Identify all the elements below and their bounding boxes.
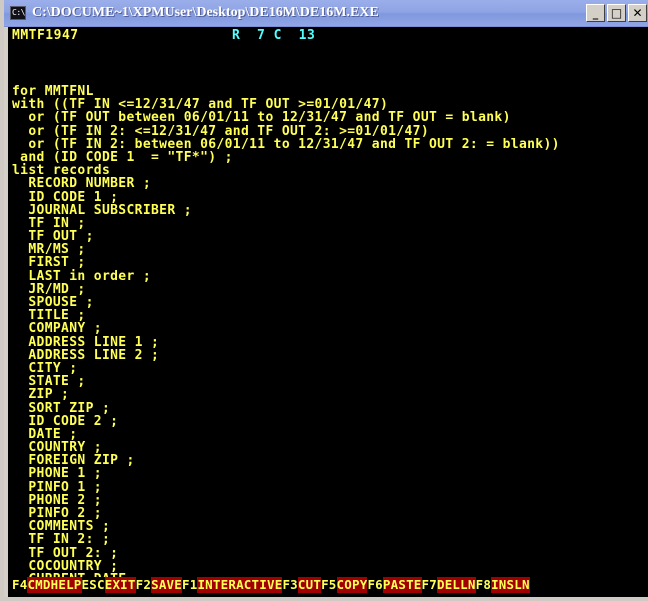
close-button[interactable]: ✕ [628, 4, 647, 22]
fkey-key-label: F3 [282, 577, 298, 593]
program-text-area[interactable]: for MMTFNL with ((TF IN <=12/31/47 and TF… [12, 85, 644, 586]
code-line: RECORD NUMBER ; [12, 176, 152, 192]
code-line: or (TF OUT between 06/01/11 to 12/31/47 … [12, 110, 511, 126]
minimize-button[interactable]: _ [586, 4, 605, 22]
fkey-key-label: F7 [421, 577, 437, 593]
code-line: MR/MS ; [12, 242, 86, 258]
code-line: or (TF IN 2: between 06/01/11 to 12/31/4… [12, 136, 560, 152]
minimize-icon: _ [592, 7, 599, 20]
fkey-action-label: DELLN [436, 577, 476, 593]
fkey-action-label: EXIT [104, 577, 136, 593]
title-bar[interactable]: C:\DOCUME~1\XPMUser\Desktop\DE16M\DE16M.… [4, 0, 648, 27]
code-line: TF IN ; [12, 215, 86, 231]
fkey-key-label: F1 [182, 577, 198, 593]
close-icon: ✕ [632, 6, 643, 20]
code-line: ADDRESS LINE 2 ; [12, 347, 160, 363]
fkey-action-label: CUT [297, 577, 322, 593]
fkey-f2[interactable]: F2SAVE [135, 577, 182, 593]
code-line: ADDRESS LINE 1 ; [12, 334, 160, 350]
fkey-key-label: F6 [367, 577, 383, 593]
maximize-icon: □ [610, 6, 623, 20]
editor-status-line: MMTF1947 R 7 C 13 [8, 28, 648, 44]
fkey-f7[interactable]: F7DELLN [421, 577, 476, 593]
console-screen[interactable]: MMTF1947 R 7 C 13 for MMTFNL with ((TF IN… [8, 27, 648, 597]
maximize-button[interactable]: □ [607, 4, 626, 22]
code-line: ID CODE 1 ; [12, 189, 119, 205]
code-line: PHONE 2 ; [12, 492, 102, 508]
code-line: FIRST ; [12, 255, 86, 271]
code-line: SORT ZIP ; [12, 400, 111, 416]
fkey-key-label: F8 [475, 577, 492, 593]
fkey-f5[interactable]: F5COPY [321, 577, 368, 593]
fkey-action-label: SAVE [151, 577, 182, 593]
fkey-key-label: ESC [81, 577, 105, 593]
code-line: COMPANY ; [12, 321, 102, 337]
code-line: FOREIGN ZIP ; [12, 453, 135, 469]
fkey-action-label: COPY [336, 577, 368, 593]
code-line: ZIP ; [12, 387, 70, 403]
function-key-bar: F4CMDHELP ESCEXIT F2SAVE F1INTERACTIVE F… [12, 577, 648, 593]
window-controls: _ □ ✕ [584, 4, 647, 22]
code-line: PINFO 1 ; [12, 479, 102, 495]
fkey-esc[interactable]: ESCEXIT [81, 577, 136, 593]
code-line: STATE ; [12, 374, 86, 390]
fkey-key-label: F2 [135, 577, 152, 593]
fkey-f8[interactable]: F8INSLN [475, 577, 530, 593]
code-line: ID CODE 2 ; [12, 413, 119, 429]
application-window: C:\DOCUME~1\XPMUser\Desktop\DE16M\DE16M.… [0, 0, 648, 601]
code-line: or (TF IN 2: <=12/31/47 and TF OUT 2: >=… [12, 123, 430, 139]
window-title: C:\DOCUME~1\XPMUser\Desktop\DE16M\DE16M.… [32, 5, 379, 20]
status-file-label: MMTF1947 [12, 28, 79, 43]
code-line: SPOUSE ; [12, 295, 94, 310]
fkey-action-label: INSLN [491, 577, 530, 593]
fkey-f6[interactable]: F6PASTE [367, 577, 422, 593]
fkey-action-label: CMDHELP [27, 577, 82, 593]
status-row-col: R 7 C 13 [232, 28, 316, 43]
fkey-f4[interactable]: F4CMDHELP [12, 577, 82, 593]
fkey-key-label: F4 [12, 577, 28, 593]
code-line: TF OUT ; [12, 229, 94, 245]
fkey-f3[interactable]: F3CUT [282, 577, 322, 593]
code-line: TF IN 2: ; [12, 532, 111, 548]
code-line: JOURNAL SUBSCRIBER ; [12, 202, 192, 218]
code-line: JR/MD ; [12, 281, 86, 297]
code-line: LAST in order ; [12, 268, 152, 284]
fkey-action-label: INTERACTIVE [197, 577, 283, 593]
code-line: TITLE ; [12, 308, 86, 324]
code-line: COCOUNTRY ; [12, 558, 119, 574]
fkey-action-label: PASTE [382, 577, 422, 593]
fkey-f1[interactable]: F1INTERACTIVE [182, 577, 283, 593]
console-cmd-icon [10, 6, 26, 20]
code-line: CITY ; [12, 360, 78, 376]
code-line: PHONE 1 ; [12, 466, 102, 482]
code-line: TF OUT 2: ; [12, 545, 119, 561]
fkey-key-label: F5 [321, 577, 337, 593]
code-line: DATE ; [12, 426, 78, 442]
